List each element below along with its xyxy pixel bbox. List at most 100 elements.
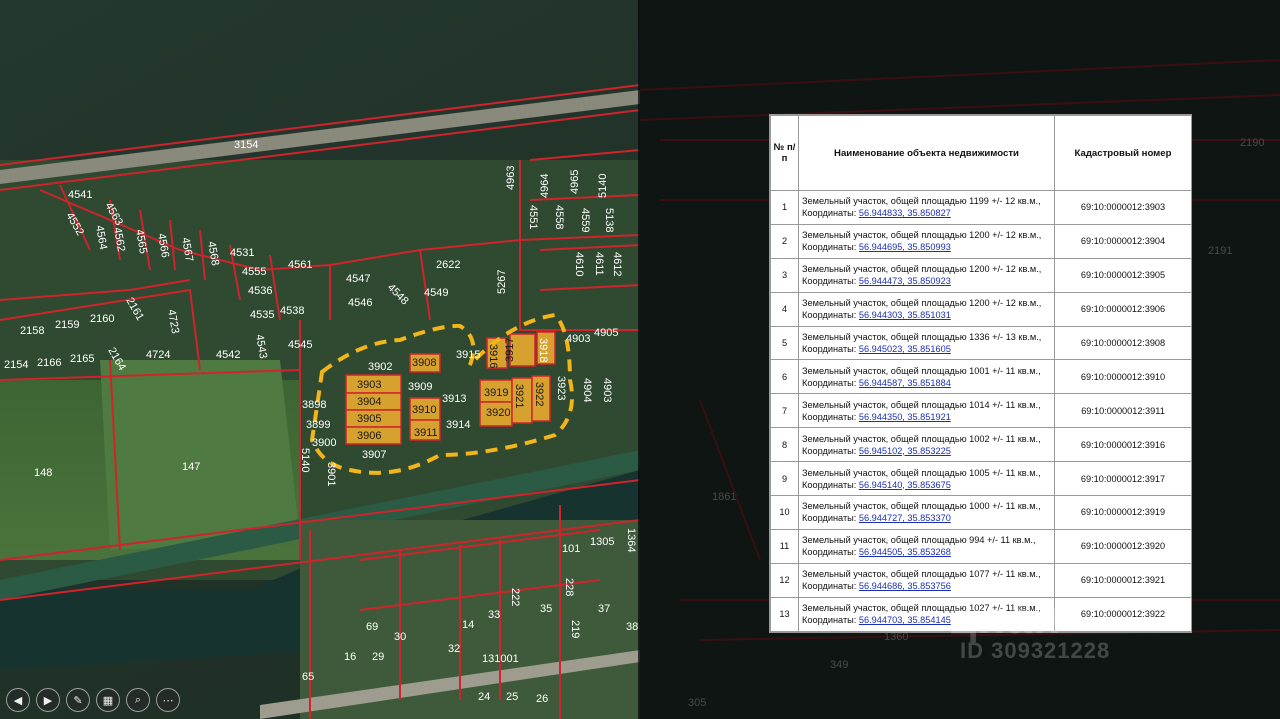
table-row: 4 Земельный участок, общей площадью 1200 … (770, 291, 1192, 327)
zoom-button[interactable]: ⌕ (126, 688, 150, 712)
svg-text:4724: 4724 (146, 349, 170, 361)
svg-text:4545: 4545 (288, 339, 312, 351)
svg-text:29: 29 (372, 651, 384, 663)
row-description: Земельный участок, общей площадью 1336 +… (798, 325, 1055, 361)
svg-text:4535: 4535 (250, 309, 274, 321)
svg-text:3905: 3905 (357, 413, 381, 425)
row-description: Земельный участок, общей площадью 1200 +… (798, 223, 1055, 259)
table-row: 7 Земельный участок, общей площадью 1014 … (770, 393, 1192, 429)
svg-text:4903: 4903 (566, 333, 590, 345)
table-row: 8 Земельный участок, общей площадью 1002 … (770, 427, 1192, 463)
more-icon: ⋯ (162, 693, 174, 707)
slides-button[interactable]: ▦ (96, 688, 120, 712)
row-number: 5 (770, 325, 799, 361)
row-cadastral: 69:10:0000012:3903 (1054, 190, 1192, 225)
coord-label: Координаты: (802, 242, 857, 253)
row-description: Земельный участок, общей площадью 1001 +… (798, 359, 1055, 395)
svg-text:4963: 4963 (505, 166, 517, 190)
svg-text:4559: 4559 (579, 208, 591, 232)
svg-text:2165: 2165 (70, 353, 94, 365)
coord-link[interactable]: 56.944833, 35.850827 (859, 208, 951, 218)
svg-text:4542: 4542 (216, 349, 240, 361)
svg-text:4536: 4536 (248, 285, 272, 297)
svg-text:131001: 131001 (482, 653, 519, 665)
coord-link[interactable]: 56.945102, 35.853225 (859, 446, 951, 456)
svg-text:1364: 1364 (625, 528, 637, 552)
svg-text:4561: 4561 (288, 259, 312, 271)
coord-label: Координаты: (802, 344, 857, 354)
row-cadastral: 69:10:0000012:3904 (1054, 223, 1192, 259)
row-text: Земельный участок, общей площадью 1014 +… (802, 399, 1041, 410)
svg-text:3914: 3914 (446, 419, 470, 431)
next-button[interactable]: ▶ (36, 688, 60, 712)
svg-text:4538: 4538 (280, 305, 304, 317)
svg-text:222: 222 (509, 588, 521, 606)
svg-text:3920: 3920 (486, 407, 510, 419)
svg-text:16: 16 (344, 651, 356, 663)
coord-link[interactable]: 56.944695, 35.850993 (859, 242, 951, 252)
svg-text:5140: 5140 (299, 448, 311, 472)
row-description: Земельный участок, общей площадью 1200 +… (798, 257, 1055, 293)
coord-label: Координаты: (802, 445, 857, 456)
svg-text:3913: 3913 (442, 393, 466, 405)
table-row: 1 Земельный участок, общей площадью 1199 … (770, 190, 1192, 225)
svg-text:3922: 3922 (533, 382, 545, 406)
row-cadastral: 69:10:0000012:3910 (1054, 359, 1192, 395)
row-cadastral: 69:10:0000012:3919 (1054, 495, 1192, 530)
coord-link[interactable]: 56.945140, 35.853675 (859, 480, 951, 490)
row-cadastral: 69:10:0000012:3916 (1054, 427, 1192, 463)
svg-text:3901: 3901 (325, 462, 337, 486)
row-text: Земельный участок, общей площадью 994 +/… (802, 535, 1036, 546)
coord-link[interactable]: 56.944473, 35.850923 (859, 276, 951, 286)
prev-button[interactable]: ◀ (6, 688, 30, 712)
row-number: 13 (770, 596, 799, 632)
svg-text:32: 32 (448, 643, 460, 655)
svg-text:24: 24 (478, 691, 490, 703)
svg-text:3903: 3903 (357, 379, 381, 391)
table-row: 11 Земельный участок, общей площадью 994 … (770, 528, 1192, 564)
svg-text:3904: 3904 (357, 396, 381, 408)
svg-text:5140: 5140 (597, 174, 609, 198)
svg-text:4903: 4903 (601, 378, 613, 402)
coord-link[interactable]: 56.944350, 35.851921 (859, 412, 951, 422)
coord-link[interactable]: 56.944727, 35.853370 (859, 513, 951, 523)
svg-text:3916: 3916 (487, 344, 499, 368)
pen-button[interactable]: ✎ (66, 688, 90, 712)
coord-label: Координаты: (802, 310, 857, 321)
coord-link[interactable]: 56.944505, 35.853268 (859, 547, 951, 557)
svg-text:4612: 4612 (611, 252, 623, 276)
coord-link[interactable]: 56.944303, 35.851031 (859, 310, 951, 320)
svg-text:2166: 2166 (37, 357, 61, 369)
more-button[interactable]: ⋯ (156, 688, 180, 712)
coord-label: Координаты: (802, 479, 857, 490)
coord-link[interactable]: 56.945023, 35.851605 (859, 344, 951, 354)
svg-text:4546: 4546 (348, 297, 372, 309)
svg-text:228: 228 (563, 578, 575, 596)
coord-label: Координаты: (802, 208, 857, 219)
svg-text:4965: 4965 (569, 170, 581, 194)
svg-text:4541: 4541 (68, 189, 92, 201)
svg-text:3915: 3915 (456, 349, 480, 361)
row-cadastral: 69:10:0000012:3908 (1054, 325, 1192, 361)
svg-text:2154: 2154 (4, 359, 28, 371)
svg-text:4610: 4610 (573, 252, 585, 276)
svg-text:3923: 3923 (555, 376, 567, 400)
coord-link[interactable]: 56.944703, 35.854145 (859, 615, 951, 625)
svg-text:3154: 3154 (234, 139, 258, 151)
row-cadastral: 69:10:0000012:3917 (1054, 461, 1192, 497)
row-text: Земельный участок, общей площадью 1200 +… (802, 264, 1042, 275)
table-row: 3 Земельный участок, общей площадью 1200 … (770, 257, 1192, 293)
svg-text:4964: 4964 (539, 174, 551, 198)
chevron-right-icon: ▶ (43, 693, 53, 707)
row-description: Земельный участок, общей площадью 1200 +… (798, 291, 1055, 327)
pen-icon: ✎ (73, 693, 83, 707)
svg-text:4547: 4547 (346, 273, 370, 285)
header-cadastral: Кадастровый номер (1054, 115, 1192, 191)
row-text: Земельный участок, общей площадью 1199 +… (802, 196, 1041, 207)
map-viewer: 3154 4541 4563 4552 4564 4562 4565 4566 … (0, 0, 1280, 719)
coord-link[interactable]: 56.944686, 35.853756 (859, 581, 951, 591)
row-description: Земельный участок, общей площадью 1002 +… (798, 427, 1055, 463)
coord-link[interactable]: 56.944587, 35.851884 (859, 378, 951, 388)
svg-text:5138: 5138 (603, 208, 615, 232)
svg-text:3907: 3907 (362, 449, 386, 461)
